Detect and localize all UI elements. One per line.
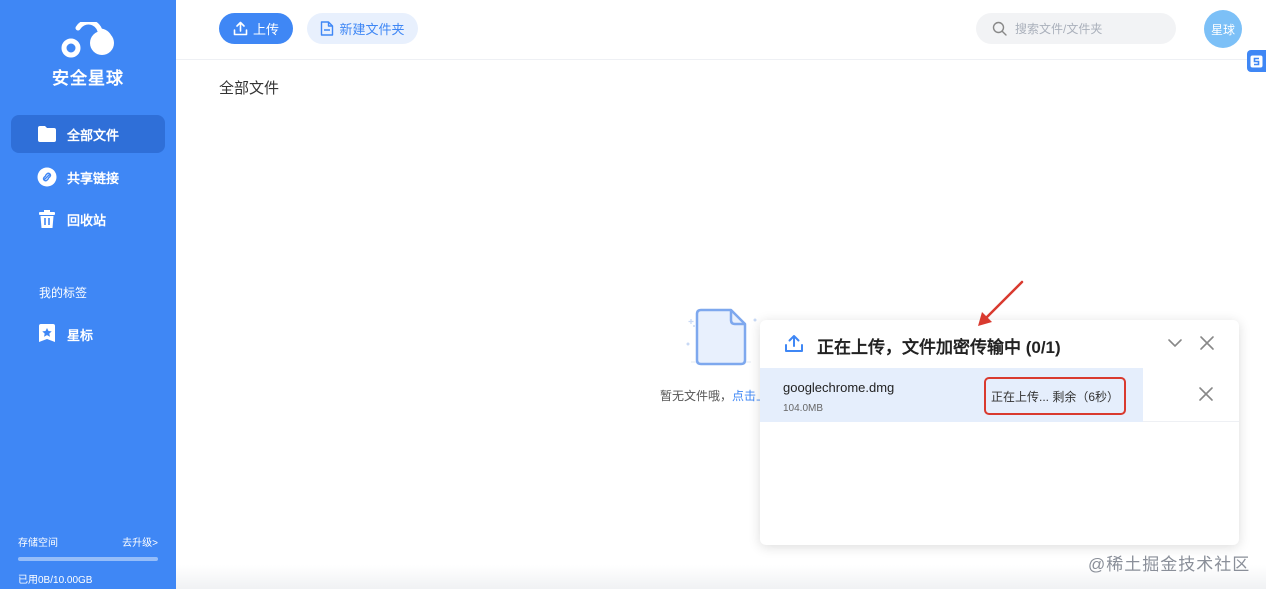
annotation-arrow-icon	[978, 280, 1024, 326]
upload-file-row: googlechrome.dmg 104.0MB 正在上传... 剩余（6秒）	[760, 368, 1239, 422]
sidebar-item-shared-links[interactable]: 共享链接	[11, 158, 165, 196]
chevron-down-icon[interactable]	[1166, 334, 1184, 352]
sidebar-item-label: 星标	[67, 327, 94, 343]
cloud-logo-icon	[61, 22, 114, 58]
storage-label: 存储空间	[18, 538, 58, 549]
top-bar: 上传 新建文件夹 星球	[176, 0, 1266, 60]
upload-panel: 正在上传，文件加密传输中 (0/1) googlechrome.dmg 104.…	[760, 320, 1239, 545]
close-icon[interactable]	[1198, 334, 1216, 352]
watermark: @稀土掘金技术社区	[1088, 555, 1251, 574]
new-file-icon	[321, 21, 334, 36]
upload-button[interactable]: 上传	[219, 13, 293, 44]
upload-status-text: 正在上传... 剩余（6秒）	[984, 377, 1126, 415]
search-box[interactable]	[976, 13, 1176, 44]
upload-button-label: 上传	[252, 22, 279, 37]
upload-file-name: googlechrome.dmg	[783, 380, 895, 395]
sidebar-item-recycle-bin[interactable]: 回收站	[11, 200, 165, 238]
empty-state-message: 暂无文件哦，	[660, 389, 733, 403]
star-icon	[37, 324, 57, 344]
empty-file-illustration-icon	[686, 308, 757, 366]
app-name: 安全星球	[52, 69, 124, 88]
sidebar-item-label: 共享链接	[67, 170, 120, 186]
tags-section-label: 我的标签	[39, 286, 88, 300]
upgrade-link[interactable]: 去升级>	[122, 534, 158, 549]
storage-used-text: 已用0B/10.00GB	[18, 575, 93, 586]
sidebar: 安全星球 全部文件 共享链接 回收站 我的标签 星标 存储空间 去升级> 已用0…	[0, 0, 176, 589]
new-folder-button-label: 新建文件夹	[339, 22, 405, 37]
sidebar-item-label: 全部文件	[67, 127, 120, 143]
floating-plugin-icon[interactable]	[1247, 50, 1266, 72]
sidebar-item-starred[interactable]: 星标	[11, 315, 165, 353]
upload-icon	[785, 335, 803, 352]
upload-panel-title: 正在上传，文件加密传输中 (0/1)	[817, 338, 1061, 357]
new-folder-button[interactable]: 新建文件夹	[307, 13, 418, 44]
upload-file-size: 104.0MB	[783, 403, 824, 414]
link-icon	[37, 167, 57, 187]
trash-icon	[37, 209, 57, 229]
close-icon[interactable]	[1198, 386, 1214, 402]
sidebar-item-all-files[interactable]: 全部文件	[11, 115, 165, 153]
upload-icon	[233, 21, 248, 36]
storage-progress-bar	[18, 557, 158, 561]
page-title: 全部文件	[219, 80, 280, 97]
search-icon	[992, 21, 1007, 36]
search-input[interactable]	[1015, 21, 1165, 36]
folder-icon	[37, 124, 57, 144]
sidebar-item-label: 回收站	[67, 212, 107, 228]
avatar[interactable]: 星球	[1204, 10, 1242, 48]
